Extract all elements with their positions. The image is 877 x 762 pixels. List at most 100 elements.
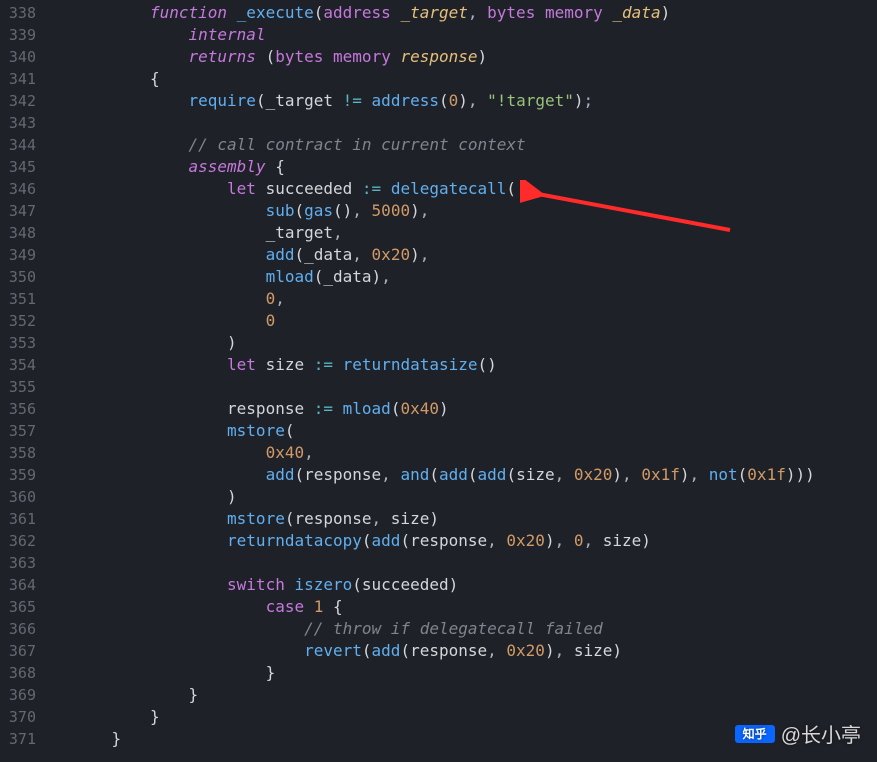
token-num: 0 bbox=[449, 91, 459, 110]
code-line[interactable]: let succeeded := delegatecall( bbox=[44, 178, 877, 200]
token-paren: ( bbox=[294, 201, 304, 220]
code-line[interactable]: sub(gas(), 5000), bbox=[44, 200, 877, 222]
code-line[interactable]: function _execute(address _target, bytes… bbox=[44, 2, 877, 24]
token-kw-type: address bbox=[323, 3, 390, 22]
token-ident: size bbox=[391, 509, 430, 528]
token-paren: ( bbox=[506, 465, 516, 484]
code-line[interactable]: revert(add(response, 0x20), size) bbox=[44, 640, 877, 662]
token-brace: { bbox=[333, 597, 343, 616]
token-op: := bbox=[314, 355, 333, 374]
code-line[interactable]: add(_data, 0x20), bbox=[44, 244, 877, 266]
token-fn-call: mstore bbox=[227, 421, 285, 440]
line-number: 364 bbox=[4, 574, 36, 596]
token-fn-call: add bbox=[266, 245, 295, 264]
line-number-gutter: 3383393403413423433443453463473483493503… bbox=[0, 0, 44, 762]
code-line[interactable]: 0 bbox=[44, 310, 877, 332]
token-kw-let: let bbox=[227, 179, 256, 198]
token-punct: , bbox=[622, 465, 641, 484]
code-line[interactable]: mstore( bbox=[44, 420, 877, 442]
code-line[interactable]: mstore(response, size) bbox=[44, 508, 877, 530]
token-param: _data bbox=[612, 3, 660, 22]
code-line[interactable] bbox=[44, 552, 877, 574]
token-kw-switch: switch bbox=[227, 575, 285, 594]
token-ident: size bbox=[603, 531, 642, 550]
line-number: 356 bbox=[4, 398, 36, 420]
code-line[interactable] bbox=[44, 376, 877, 398]
token-paren: ( bbox=[294, 465, 304, 484]
token-punct bbox=[266, 157, 276, 176]
code-line[interactable]: internal bbox=[44, 24, 877, 46]
token-paren: ) bbox=[227, 333, 237, 352]
token-paren: ) bbox=[372, 267, 382, 286]
code-line[interactable]: 0x40, bbox=[44, 442, 877, 464]
token-punct: , bbox=[555, 531, 574, 550]
line-number: 358 bbox=[4, 442, 36, 464]
code-line[interactable] bbox=[44, 112, 877, 134]
code-area[interactable]: function _execute(address _target, bytes… bbox=[44, 0, 877, 762]
code-line[interactable]: returndatacopy(add(response, 0x20), 0, s… bbox=[44, 530, 877, 552]
line-number: 343 bbox=[4, 112, 36, 134]
token-punct: , bbox=[420, 201, 430, 220]
token-kw-type: memory bbox=[545, 3, 603, 22]
token-paren: ) bbox=[439, 399, 449, 418]
token-punct: , bbox=[352, 245, 371, 264]
line-number: 365 bbox=[4, 596, 36, 618]
token-kw-type: memory bbox=[333, 47, 391, 66]
token-punct bbox=[256, 47, 266, 66]
token-ident: _target bbox=[266, 223, 333, 242]
token-num: 0 bbox=[266, 311, 276, 330]
token-paren: ) bbox=[449, 575, 459, 594]
line-number: 360 bbox=[4, 486, 36, 508]
code-line[interactable]: let size := returndatasize() bbox=[44, 354, 877, 376]
code-line[interactable]: assembly { bbox=[44, 156, 877, 178]
token-fn-call: add bbox=[439, 465, 468, 484]
line-number: 342 bbox=[4, 90, 36, 112]
code-line[interactable]: 0, bbox=[44, 288, 877, 310]
token-punct: , bbox=[275, 289, 285, 308]
line-number: 345 bbox=[4, 156, 36, 178]
token-punct bbox=[333, 355, 343, 374]
code-line[interactable]: response := mload(0x40) bbox=[44, 398, 877, 420]
code-line[interactable]: ) bbox=[44, 486, 877, 508]
token-kw-type: bytes bbox=[275, 47, 323, 66]
code-line[interactable]: switch iszero(succeeded) bbox=[44, 574, 877, 596]
code-line[interactable]: // throw if delegatecall failed bbox=[44, 618, 877, 640]
code-line[interactable]: _target, bbox=[44, 222, 877, 244]
token-hex: 0x20 bbox=[372, 245, 411, 264]
token-punct: , bbox=[352, 201, 371, 220]
token-paren: ( bbox=[256, 91, 266, 110]
code-line[interactable]: // call contract in current context bbox=[44, 134, 877, 156]
code-editor[interactable]: 3383393403413423433443453463473483493503… bbox=[0, 0, 877, 762]
code-line[interactable]: mload(_data), bbox=[44, 266, 877, 288]
watermark-author: @长小亭 bbox=[781, 719, 861, 748]
token-ident: response bbox=[410, 641, 487, 660]
code-line[interactable]: case 1 { bbox=[44, 596, 877, 618]
code-line[interactable]: returns (bytes memory response) bbox=[44, 46, 877, 68]
line-number: 348 bbox=[4, 222, 36, 244]
token-punct: , bbox=[468, 91, 487, 110]
token-punct: , bbox=[420, 245, 430, 264]
token-kw-storage: returns bbox=[189, 47, 256, 66]
token-paren: ) bbox=[545, 531, 555, 550]
token-punct: , bbox=[372, 509, 391, 528]
code-line[interactable]: require(_target != address(0), "!target"… bbox=[44, 90, 877, 112]
token-paren: ) bbox=[478, 47, 488, 66]
token-paren: ( bbox=[391, 399, 401, 418]
code-line[interactable]: } bbox=[44, 662, 877, 684]
token-punct bbox=[391, 3, 401, 22]
token-ident: size bbox=[516, 465, 555, 484]
zhihu-logo-icon: 知乎 bbox=[735, 725, 775, 743]
token-paren: ( bbox=[294, 245, 304, 264]
token-fn-call: not bbox=[709, 465, 738, 484]
token-ident bbox=[362, 91, 372, 110]
line-number: 349 bbox=[4, 244, 36, 266]
line-number: 344 bbox=[4, 134, 36, 156]
token-brace: } bbox=[266, 663, 276, 682]
line-number: 369 bbox=[4, 684, 36, 706]
code-line[interactable]: } bbox=[44, 684, 877, 706]
code-line[interactable]: ) bbox=[44, 332, 877, 354]
token-param: response bbox=[400, 47, 477, 66]
token-paren: ) bbox=[612, 641, 622, 660]
code-line[interactable]: { bbox=[44, 68, 877, 90]
code-line[interactable]: add(response, and(add(add(size, 0x20), 0… bbox=[44, 464, 877, 486]
